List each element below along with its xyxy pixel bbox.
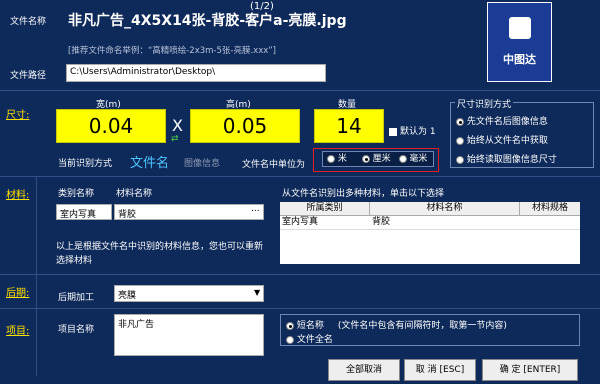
table-row[interactable]: 室内写真 背胶 xyxy=(280,216,580,230)
mode-label: 当前识别方式 xyxy=(58,159,113,169)
mode-image-info: 图像信息 xyxy=(184,159,221,169)
cancel-button[interactable]: 取 消 [ESC] xyxy=(404,359,476,381)
height-input[interactable]: 0.05 xyxy=(190,109,300,143)
default-one-label: 默认为 1 xyxy=(400,127,436,137)
filename-title: 非凡广告_4X5X14张-背胶-客户a-亮膜.jpg xyxy=(68,13,347,29)
size-mode-title: 尺寸识别方式 xyxy=(455,97,514,110)
material-name-label: 材料名称 xyxy=(116,189,153,199)
qty-input[interactable]: 14 xyxy=(314,109,384,143)
material-table: 所属类别 材料名称 材料规格 室内写真 背胶 xyxy=(280,202,580,264)
size-mode-opt2[interactable]: 始终从文件名中获取 xyxy=(456,133,548,146)
material-note: 以上是根据文件名中识别的材料信息，您也可以重新选择材料 xyxy=(56,242,264,266)
material-cat-field[interactable]: 室内写真 xyxy=(56,204,112,220)
chevron-down-icon[interactable]: ▼ xyxy=(254,288,260,297)
multi-material-hint: 从文件名识别出多种材料，单击以下选择 xyxy=(282,189,445,199)
section-post: 后期: xyxy=(6,288,30,299)
project-short-option[interactable]: 短名称 (文件名中包含有间隔符时，取第一节内容) xyxy=(286,318,507,331)
mode-filename: 文件名 xyxy=(130,156,170,171)
cancel-all-button[interactable]: 全部取消 xyxy=(328,359,400,381)
section-size: 尺寸: xyxy=(6,110,30,121)
section-material: 材料: xyxy=(6,190,30,201)
post-label: 后期加工 xyxy=(58,293,95,303)
col-name: 材料名称 xyxy=(370,202,520,215)
path-field[interactable]: C:\Users\Administrator\Desktop\ xyxy=(66,64,326,82)
path-label: 文件路径 xyxy=(10,71,47,81)
ok-button[interactable]: 确 定 [ENTER] xyxy=(482,359,578,381)
swap-icon[interactable]: ⇄ xyxy=(171,134,179,144)
col-spec: 材料规格 xyxy=(531,203,568,213)
unit-mm[interactable]: 毫米 xyxy=(398,154,427,164)
size-mode-opt3[interactable]: 始终读取图像信息尺寸 xyxy=(456,152,557,165)
size-mode-opt1[interactable]: 先文件名后图像信息 xyxy=(456,114,548,127)
material-more-button[interactable]: ... xyxy=(251,204,260,214)
post-select[interactable]: 亮膜 xyxy=(114,285,264,302)
times-sign: X xyxy=(172,116,183,135)
unit-cm[interactable]: 厘米 xyxy=(361,154,391,164)
image-thumbnail: 中图达 xyxy=(487,2,552,82)
project-name-field[interactable]: 非凡广告 xyxy=(114,314,264,356)
unit-group: 米 厘米 毫米 xyxy=(322,151,434,167)
col-category: 所属类别 xyxy=(280,202,370,215)
project-label: 项目名称 xyxy=(58,325,95,335)
unit-label: 文件名中单位为 xyxy=(242,160,306,170)
material-name-field[interactable]: 背胶 xyxy=(114,204,264,220)
naming-hint: [推荐文件命名举例：“高精喷绘-2x3m-5张-亮膜.xxx”] xyxy=(68,46,276,56)
project-full-option[interactable]: 文件全名 xyxy=(286,332,333,345)
unit-m[interactable]: 米 xyxy=(327,154,347,164)
section-project: 项目: xyxy=(6,326,30,337)
default-one-checkbox[interactable]: 默认为 1 xyxy=(389,124,436,137)
material-cat-label: 类别名称 xyxy=(58,189,95,199)
width-input[interactable]: 0.04 xyxy=(56,109,166,143)
filename-label: 文件名称 xyxy=(10,17,47,27)
